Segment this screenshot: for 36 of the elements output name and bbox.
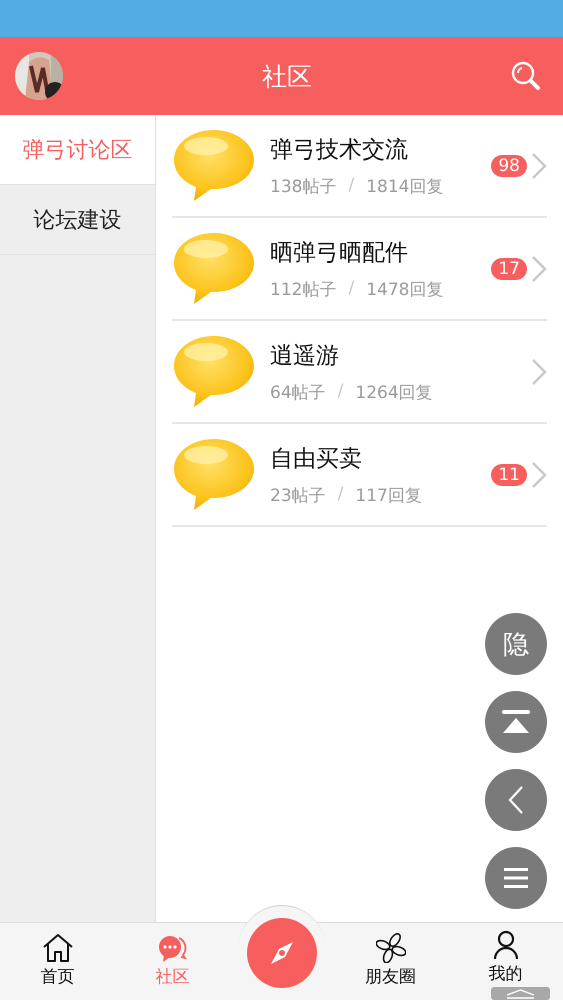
nav-tab[interactable]: 首页: [0, 923, 115, 1000]
chevron-right-icon: [531, 254, 547, 282]
chevron-left-icon: [508, 785, 524, 815]
house-icon: [42, 933, 74, 963]
person-icon: [492, 930, 518, 960]
separator: /: [348, 278, 354, 300]
nav-tab[interactable]: 朋友圈: [333, 923, 448, 1000]
forum-name[interactable]: 弹弓技术交流: [270, 134, 492, 164]
post-count: 112帖子: [270, 278, 336, 300]
forum-name[interactable]: 逍遥游: [270, 340, 531, 370]
separator: /: [338, 484, 344, 506]
pinwheel-icon: [376, 933, 406, 963]
page-title: 社区: [262, 60, 312, 92]
post-count: 23帖子: [270, 484, 326, 506]
expand-handle-icon[interactable]: [491, 987, 550, 1000]
menu-icon: [504, 868, 528, 888]
chevron-right-icon: [531, 358, 547, 386]
post-count: 64帖子: [270, 382, 326, 404]
reply-count: 1264回复: [355, 382, 433, 404]
count-badge: 17: [491, 258, 527, 280]
reply-count: 1814回复: [366, 176, 444, 198]
post-count: 138帖子: [270, 176, 336, 198]
separator: /: [338, 380, 344, 402]
nav-tab[interactable]: 我的: [448, 923, 563, 987]
count-badge: 98: [491, 154, 527, 176]
search-icon[interactable]: [511, 61, 541, 91]
count-badge: 11: [491, 464, 527, 486]
chat-bubble-icon: [158, 935, 188, 963]
chevron-right-icon: [531, 460, 547, 488]
reply-count: 1478回复: [366, 278, 444, 300]
scroll-top-icon: [501, 709, 531, 735]
forum-name[interactable]: 晒弹弓晒配件: [270, 236, 492, 268]
chevron-right-icon: [531, 152, 547, 180]
reply-count: 117回复: [355, 484, 422, 506]
forum-name[interactable]: 自由买卖: [270, 442, 492, 474]
separator: /: [348, 174, 354, 196]
